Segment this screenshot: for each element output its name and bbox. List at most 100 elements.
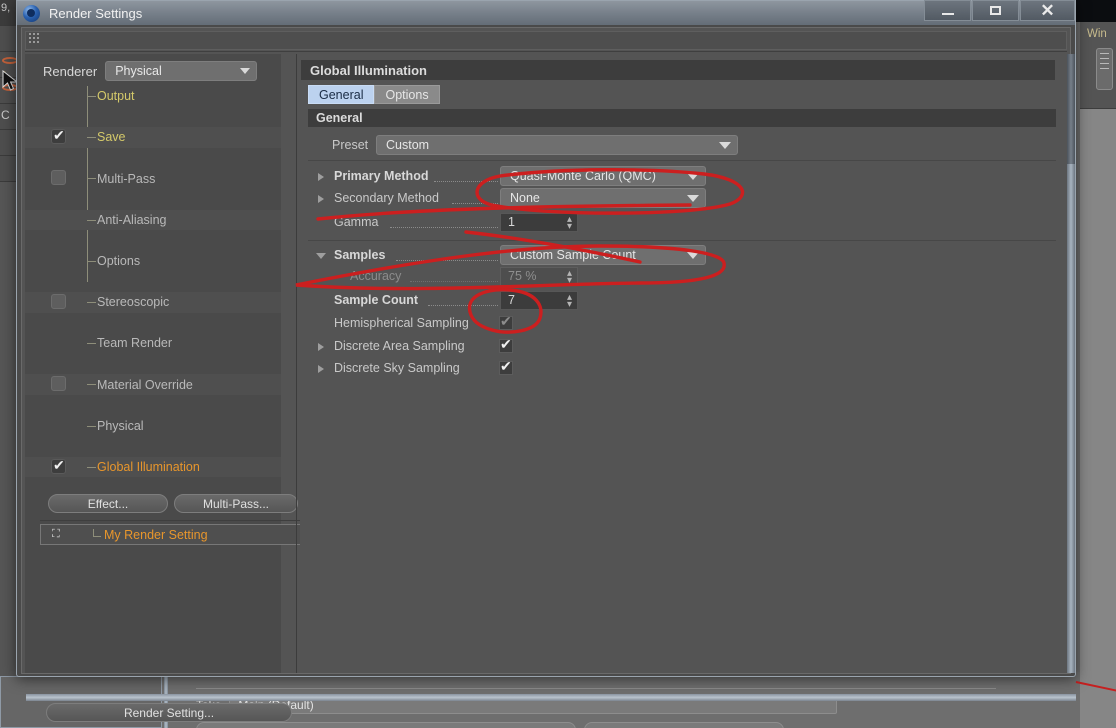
gamma-label: Gamma xyxy=(334,215,379,229)
spinner-icon: ▴ ▾ xyxy=(566,267,572,286)
expand-arrow-icon[interactable] xyxy=(318,365,324,373)
render-settings-dialog: Render Settings ✕ Renderer Physical Outp… xyxy=(16,0,1076,722)
checkbox-global-illumination[interactable] xyxy=(51,457,66,474)
divider-2 xyxy=(308,240,1056,241)
render-setting-button[interactable]: Render Setting... xyxy=(46,703,292,722)
checkbox-stereoscopic[interactable] xyxy=(51,293,66,309)
content-scrollbar-thumb[interactable] xyxy=(1067,54,1075,164)
tab-options[interactable]: Options xyxy=(374,85,440,104)
tree-branch-dash xyxy=(87,137,96,139)
panel-title: Global Illumination xyxy=(301,60,1055,80)
maximize-button[interactable] xyxy=(972,0,1019,21)
samples-label: Samples xyxy=(334,248,386,262)
take-row-secondary xyxy=(196,722,784,728)
effect-button[interactable]: Effect... xyxy=(48,494,168,513)
gamma-value: 1 xyxy=(508,215,515,229)
tree-branch-dash xyxy=(87,425,96,427)
multipass-button[interactable]: Multi-Pass... xyxy=(174,494,298,513)
chevron-down-icon xyxy=(687,251,699,259)
tree-branch-dash xyxy=(87,343,96,345)
tab-general[interactable]: General xyxy=(308,85,375,104)
dialog-body: Renderer Physical Output Save Multi-Pass An… xyxy=(21,27,1076,722)
dialog-title: Render Settings xyxy=(49,5,143,21)
take-secondary-field[interactable] xyxy=(196,722,576,728)
expand-arrow-icon[interactable] xyxy=(318,173,324,181)
tree-branch-dash xyxy=(87,96,96,97)
renderer-row: Renderer Physical xyxy=(43,61,258,81)
drag-grip-icon[interactable] xyxy=(29,33,43,47)
sidebar-item-label: Global Illumination xyxy=(97,460,200,475)
tree-branch-dash xyxy=(87,301,96,303)
accuracy-label: Accuracy xyxy=(350,269,402,283)
sidebar-item-label: Team Render xyxy=(97,336,173,351)
sidebar-item-label: Save xyxy=(97,130,126,145)
renderer-dropdown[interactable]: Physical xyxy=(105,61,258,81)
spinner-icon[interactable]: ▴ ▾ xyxy=(567,292,572,309)
discrete-sky-sampling-checkbox[interactable] xyxy=(499,358,513,375)
leader-dots xyxy=(452,203,498,204)
discrete-area-sampling-checkbox[interactable] xyxy=(499,336,513,353)
checkbox-multi-pass[interactable] xyxy=(51,170,66,186)
primary-method-dropdown[interactable]: Quasi-Monte Carlo (QMC) xyxy=(500,166,706,186)
render-setting-marker-icon: ⛶ xyxy=(52,528,60,540)
hemispherical-sampling-checkbox xyxy=(499,313,513,330)
sample-count-field[interactable]: 7 ▴ ▾ xyxy=(500,290,578,310)
tree-branch-dash xyxy=(87,466,96,468)
take-tertiary-field[interactable] xyxy=(584,722,784,728)
leader-dots xyxy=(434,181,498,182)
render-settings-tree-panel: Renderer Physical Output Save Multi-Pass An… xyxy=(25,54,302,722)
background-right-panel-button[interactable] xyxy=(1096,48,1113,90)
collapse-arrow-icon[interactable] xyxy=(316,253,326,259)
sidebar-item-team-render[interactable]: Team Render xyxy=(25,333,281,354)
background-left-c-text: C xyxy=(1,108,10,122)
sidebar-item-output[interactable]: Output xyxy=(25,86,281,107)
background-left-top-text: 9, xyxy=(1,2,11,14)
sidebar-item-save[interactable]: Save xyxy=(25,127,281,148)
gamma-field[interactable]: 1 ▴ ▾ xyxy=(500,212,578,232)
my-render-setting-row[interactable]: ⛶ My Render Setting xyxy=(40,524,302,545)
sidebar-item-physical[interactable]: Physical xyxy=(25,416,281,437)
bottom-dock-rule xyxy=(196,688,996,689)
sidebar-item-label: Multi-Pass xyxy=(97,171,156,186)
tree-branch-dash xyxy=(87,178,96,180)
expand-arrow-icon[interactable] xyxy=(318,195,324,203)
hemispherical-sampling-label: Hemispherical Sampling xyxy=(334,316,469,330)
close-button[interactable]: ✕ xyxy=(1020,0,1075,21)
samples-dropdown[interactable]: Custom Sample Count xyxy=(500,245,706,265)
preset-label: Preset xyxy=(332,138,369,152)
background-right-lower-area xyxy=(1080,109,1116,728)
sample-count-label: Sample Count xyxy=(334,293,419,307)
secondary-method-label: Secondary Method xyxy=(334,191,439,205)
dialog-bottom-scrollbar[interactable] xyxy=(26,694,1076,701)
leader-dots xyxy=(390,227,498,228)
sidebar-item-material-override[interactable]: Material Override xyxy=(25,374,281,395)
accuracy-field: 75 % ▴ ▾ xyxy=(500,266,578,286)
primary-method-value: Quasi-Monte Carlo (QMC) xyxy=(510,169,656,183)
leader-dots xyxy=(396,260,498,261)
global-illumination-panel: Global Illumination General Options Gene… xyxy=(300,54,1066,673)
sidebar-item-options[interactable]: Options xyxy=(25,251,281,272)
sidebar-item-anti-aliasing[interactable]: Anti-Aliasing xyxy=(25,209,281,231)
checkbox-material-override[interactable] xyxy=(51,376,66,392)
chevron-down-icon xyxy=(719,141,731,149)
minimize-button[interactable] xyxy=(924,0,971,21)
checkbox-save[interactable] xyxy=(51,127,66,145)
renderer-label: Renderer xyxy=(43,63,98,79)
secondary-method-dropdown[interactable]: None xyxy=(500,188,706,208)
sidebar-item-multi-pass[interactable]: Multi-Pass xyxy=(25,168,281,189)
secondary-method-value: None xyxy=(510,191,540,205)
samples-value: Custom Sample Count xyxy=(510,248,636,262)
expand-arrow-icon[interactable] xyxy=(318,343,324,351)
settings-tree: Output Save Multi-Pass Anti-Aliasing Options… xyxy=(25,86,281,478)
tree-branch-dash xyxy=(87,260,96,262)
sidebar-item-label: Output xyxy=(97,89,135,104)
preset-dropdown[interactable]: Custom xyxy=(376,135,738,155)
panel-divider[interactable] xyxy=(296,54,297,673)
dialog-titlebar[interactable]: Render Settings ✕ xyxy=(17,0,1075,25)
tree-branch-dash xyxy=(87,384,96,386)
sidebar-item-global-illumination[interactable]: Global Illumination xyxy=(25,456,281,478)
sidebar-item-label: Stereoscopic xyxy=(97,295,170,310)
sidebar-item-stereoscopic[interactable]: Stereoscopic xyxy=(25,291,281,313)
window-controls: ✕ xyxy=(923,0,1075,21)
spinner-icon[interactable]: ▴ ▾ xyxy=(567,214,572,231)
